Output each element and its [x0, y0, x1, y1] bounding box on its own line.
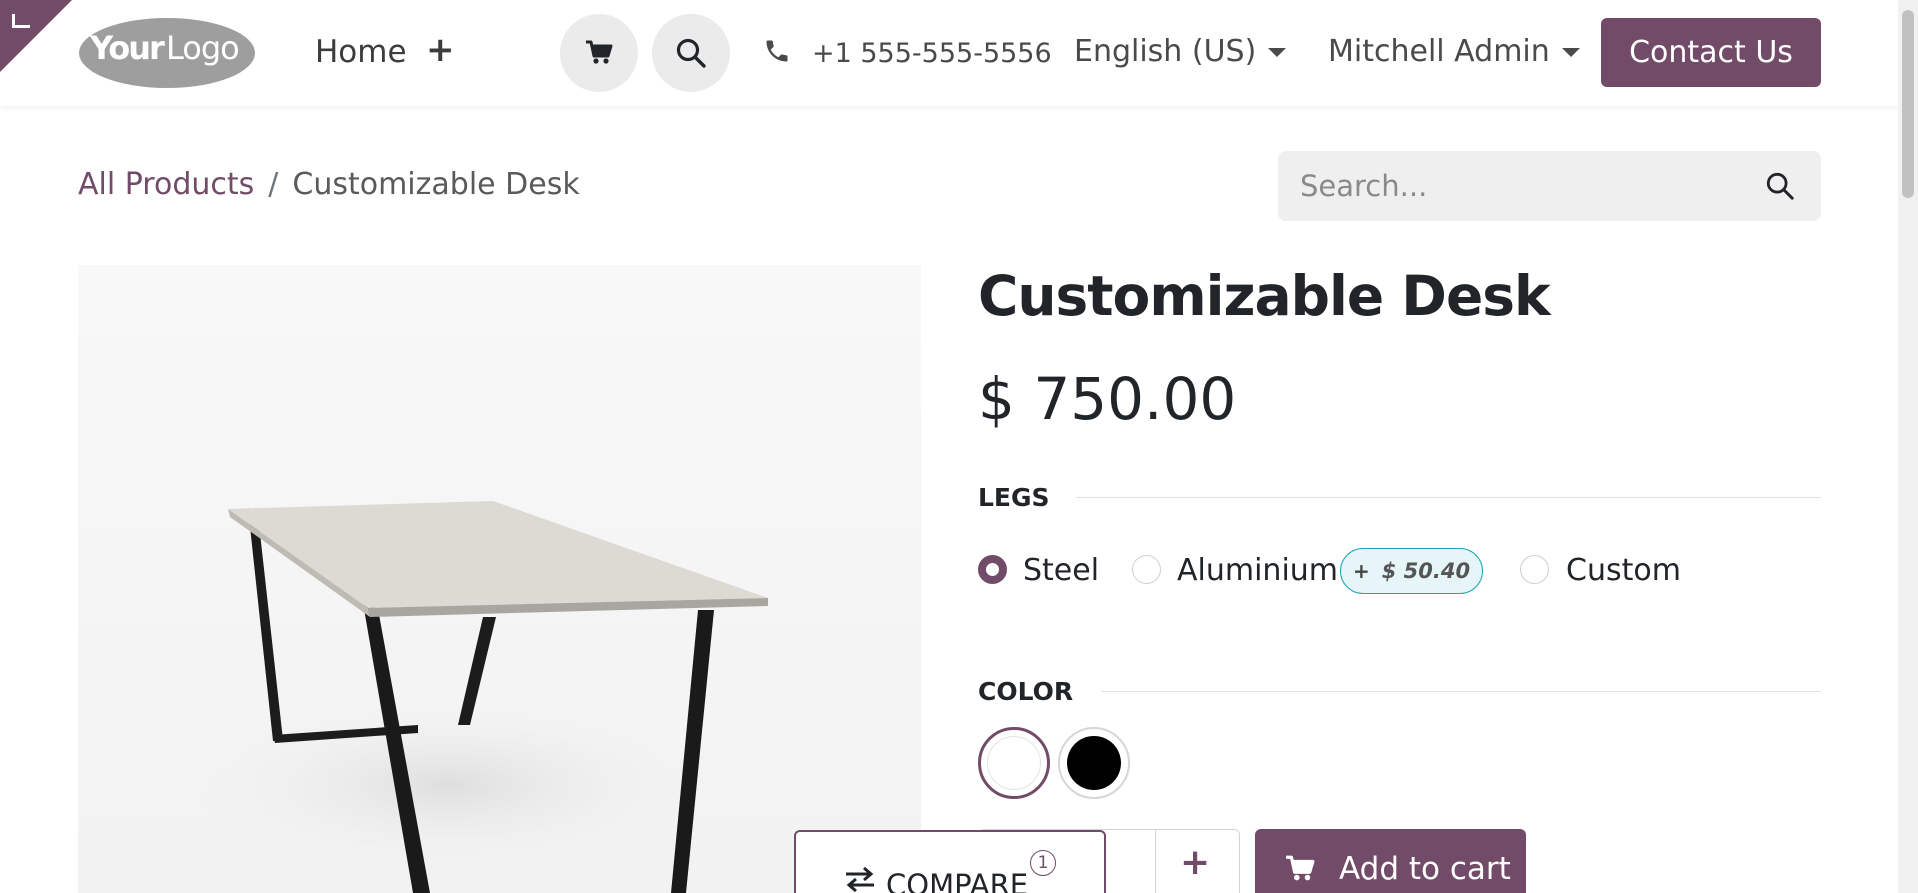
color-attribute-heading: COLOR [978, 677, 1074, 706]
add-to-cart-button[interactable]: Add to cart [1255, 829, 1526, 893]
phone-number-link[interactable]: +1 555-555-5556 [812, 38, 1052, 69]
product-search-input[interactable] [1300, 151, 1740, 221]
phone-icon [766, 40, 788, 62]
compare-count-badge: 1 [1030, 850, 1056, 876]
search-icon [1766, 172, 1794, 200]
color-swatch-white-fill [987, 736, 1041, 790]
search-icon [676, 38, 706, 68]
breadcrumb: All Products / Customizable Desk [78, 167, 580, 202]
legs-divider [1076, 497, 1821, 498]
compare-arrows-icon [846, 866, 874, 892]
legs-steel-label[interactable]: Steel [1023, 553, 1099, 588]
color-swatch-white[interactable] [978, 727, 1050, 799]
product-image[interactable] [78, 265, 921, 893]
legs-attribute-heading: LEGS [978, 483, 1050, 512]
add-menu-button[interactable]: + [426, 30, 455, 70]
corner-toggle-icon[interactable] [12, 14, 30, 28]
language-label: English (US) [1074, 34, 1257, 69]
legs-aluminium-radio[interactable] [1132, 555, 1161, 584]
breadcrumb-separator: / [268, 167, 279, 202]
caret-down-icon [1268, 48, 1287, 57]
svg-text:Your: Your [89, 29, 165, 67]
header-search-button[interactable] [652, 14, 730, 92]
add-to-cart-label: Add to cart [1339, 851, 1511, 887]
breadcrumb-all-products-link[interactable]: All Products [78, 167, 254, 202]
product-price: $ 750.00 [978, 365, 1237, 433]
extra-price-value: $ 50.40 [1381, 559, 1471, 583]
svg-text:Logo: Logo [166, 29, 239, 67]
color-swatch-black[interactable] [1058, 727, 1130, 799]
site-logo[interactable]: Your Logo [78, 15, 256, 89]
cart-icon [586, 40, 613, 64]
compare-label: COMPARE [886, 868, 1029, 893]
scrollbar-thumb[interactable] [1902, 10, 1914, 198]
legs-custom-label[interactable]: Custom [1566, 553, 1681, 588]
product-search-box [1278, 151, 1821, 221]
user-menu-dropdown[interactable]: Mitchell Admin [1328, 34, 1580, 69]
quantity-increase-button[interactable]: + [1180, 842, 1210, 883]
color-swatch-black-fill [1067, 736, 1121, 790]
legs-steel-radio[interactable] [978, 555, 1007, 584]
nav-home-link[interactable]: Home [315, 34, 407, 70]
extra-price-badge: + $ 50.40 [1340, 548, 1483, 594]
product-title: Customizable Desk [978, 264, 1551, 328]
language-dropdown[interactable]: English (US) [1074, 34, 1287, 69]
cart-icon [1286, 855, 1315, 881]
legs-custom-radio[interactable] [1520, 555, 1549, 584]
page-scrollbar[interactable] [1898, 0, 1918, 893]
caret-down-icon [1561, 48, 1580, 57]
legs-aluminium-label[interactable]: Aluminium [1177, 553, 1338, 588]
color-divider [1101, 691, 1821, 692]
user-name-label: Mitchell Admin [1328, 34, 1550, 69]
product-search-submit-button[interactable] [1765, 171, 1795, 205]
breadcrumb-current: Customizable Desk [292, 167, 580, 202]
cart-button[interactable] [560, 14, 638, 92]
contact-us-button[interactable]: Contact Us [1601, 18, 1821, 87]
compare-tab[interactable]: COMPARE 1 [794, 830, 1106, 893]
desk-illustration [178, 501, 768, 893]
edit-corner-ribbon[interactable] [0, 0, 72, 72]
site-header: Your Logo Home + +1 555-555-5556 English… [0, 0, 1898, 106]
extra-price-sign: + [1352, 559, 1370, 583]
quantity-separator [1155, 829, 1156, 893]
